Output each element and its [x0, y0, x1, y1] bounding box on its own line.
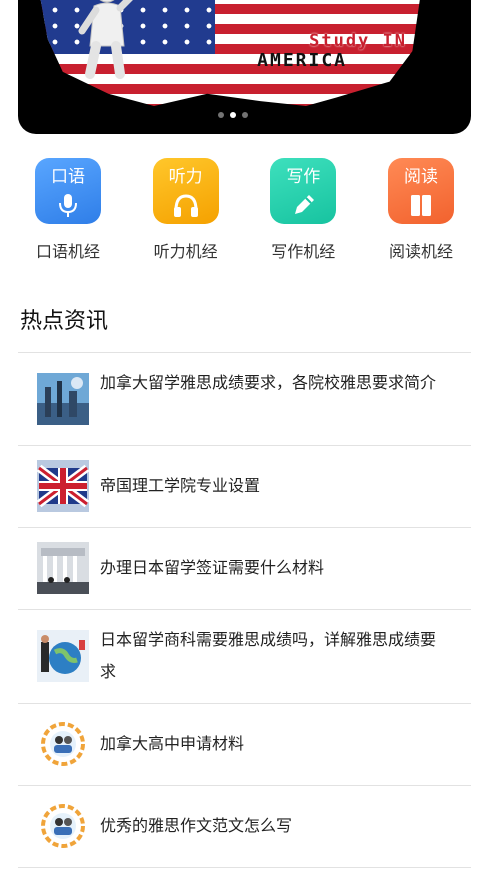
news-title[interactable]: 优秀的雅思作文范文怎么写	[100, 810, 447, 842]
news-thumbnail-globe	[37, 630, 89, 682]
news-title[interactable]: 帝国理工学院专业设置	[100, 470, 447, 502]
news-item[interactable]: 优秀的雅思作文范文怎么写	[18, 786, 471, 868]
headphones-icon	[173, 194, 198, 217]
banner-caption-america: AMERICA	[257, 50, 347, 71]
category-writing[interactable]: 写作 写作机经	[253, 158, 353, 268]
news-item[interactable]: 办理日本留学签证需要什么材料	[18, 528, 471, 610]
pencil-icon	[295, 195, 315, 214]
news-thumbnail-building	[37, 542, 89, 594]
microphone-icon	[59, 194, 77, 217]
news-title[interactable]: 加拿大高中申请材料	[100, 728, 447, 760]
news-item[interactable]: 加拿大高中申请材料	[18, 704, 471, 786]
category-reading[interactable]: 阅读 阅读机经	[371, 158, 471, 268]
news-item[interactable]: 加拿大留学雅思成绩要求，各院校雅思要求简介	[18, 353, 471, 446]
carousel-dot-active[interactable]	[230, 112, 236, 118]
reading-label: 阅读机经	[388, 242, 453, 261]
news-thumbnail-logo	[37, 718, 89, 770]
speaking-tile-text: 口语	[51, 167, 85, 187]
category-listening[interactable]: 听力 听力机经	[136, 158, 236, 268]
app-page: Study IN AMERICA 口语 口语机经 听力 听力机经 写作 写作机经…	[0, 0, 489, 875]
book-icon	[410, 195, 431, 216]
category-row: 口语 口语机经 听力 听力机经 写作 写作机经 阅读 阅读机经	[18, 158, 471, 268]
news-thumbnail-union-jack	[37, 460, 89, 512]
listening-tile-text: 听力	[168, 167, 203, 187]
speaking-label: 口语机经	[35, 242, 100, 261]
reading-tile[interactable]: 阅读	[387, 158, 454, 224]
news-item[interactable]: 日本留学商科需要雅思成绩吗，详解雅思成绩要求	[18, 610, 471, 704]
carousel-dot[interactable]	[242, 112, 248, 118]
news-item[interactable]: 帝国理工学院专业设置	[18, 446, 471, 528]
figure-illustration	[78, 0, 133, 79]
writing-label: 写作机经	[271, 242, 336, 261]
reading-tile-text: 阅读	[403, 167, 438, 187]
banner-caption-study-in: Study IN	[309, 31, 407, 51]
news-title[interactable]: 办理日本留学签证需要什么材料	[100, 552, 447, 584]
news-list: 加拿大留学雅思成绩要求，各院校雅思要求简介 帝国理工学院专业设置 办理日本留学签…	[18, 353, 471, 868]
news-thumbnail-city	[37, 373, 89, 425]
speaking-tile[interactable]: 口语	[35, 158, 101, 224]
news-title[interactable]: 加拿大留学雅思成绩要求，各院校雅思要求简介	[100, 367, 447, 399]
listening-tile[interactable]: 听力	[152, 158, 219, 224]
writing-tile[interactable]: 写作	[270, 158, 337, 224]
category-speaking[interactable]: 口语 口语机经	[18, 158, 118, 268]
news-thumbnail-logo	[37, 800, 89, 852]
news-title[interactable]: 日本留学商科需要雅思成绩吗，详解雅思成绩要求	[100, 624, 447, 688]
section-title-hot-news: 热点资讯	[20, 309, 109, 334]
promo-banner[interactable]: Study IN AMERICA	[18, 0, 471, 134]
carousel-dot[interactable]	[218, 112, 224, 118]
writing-tile-text: 写作	[286, 167, 321, 187]
listening-label: 听力机经	[153, 242, 218, 261]
